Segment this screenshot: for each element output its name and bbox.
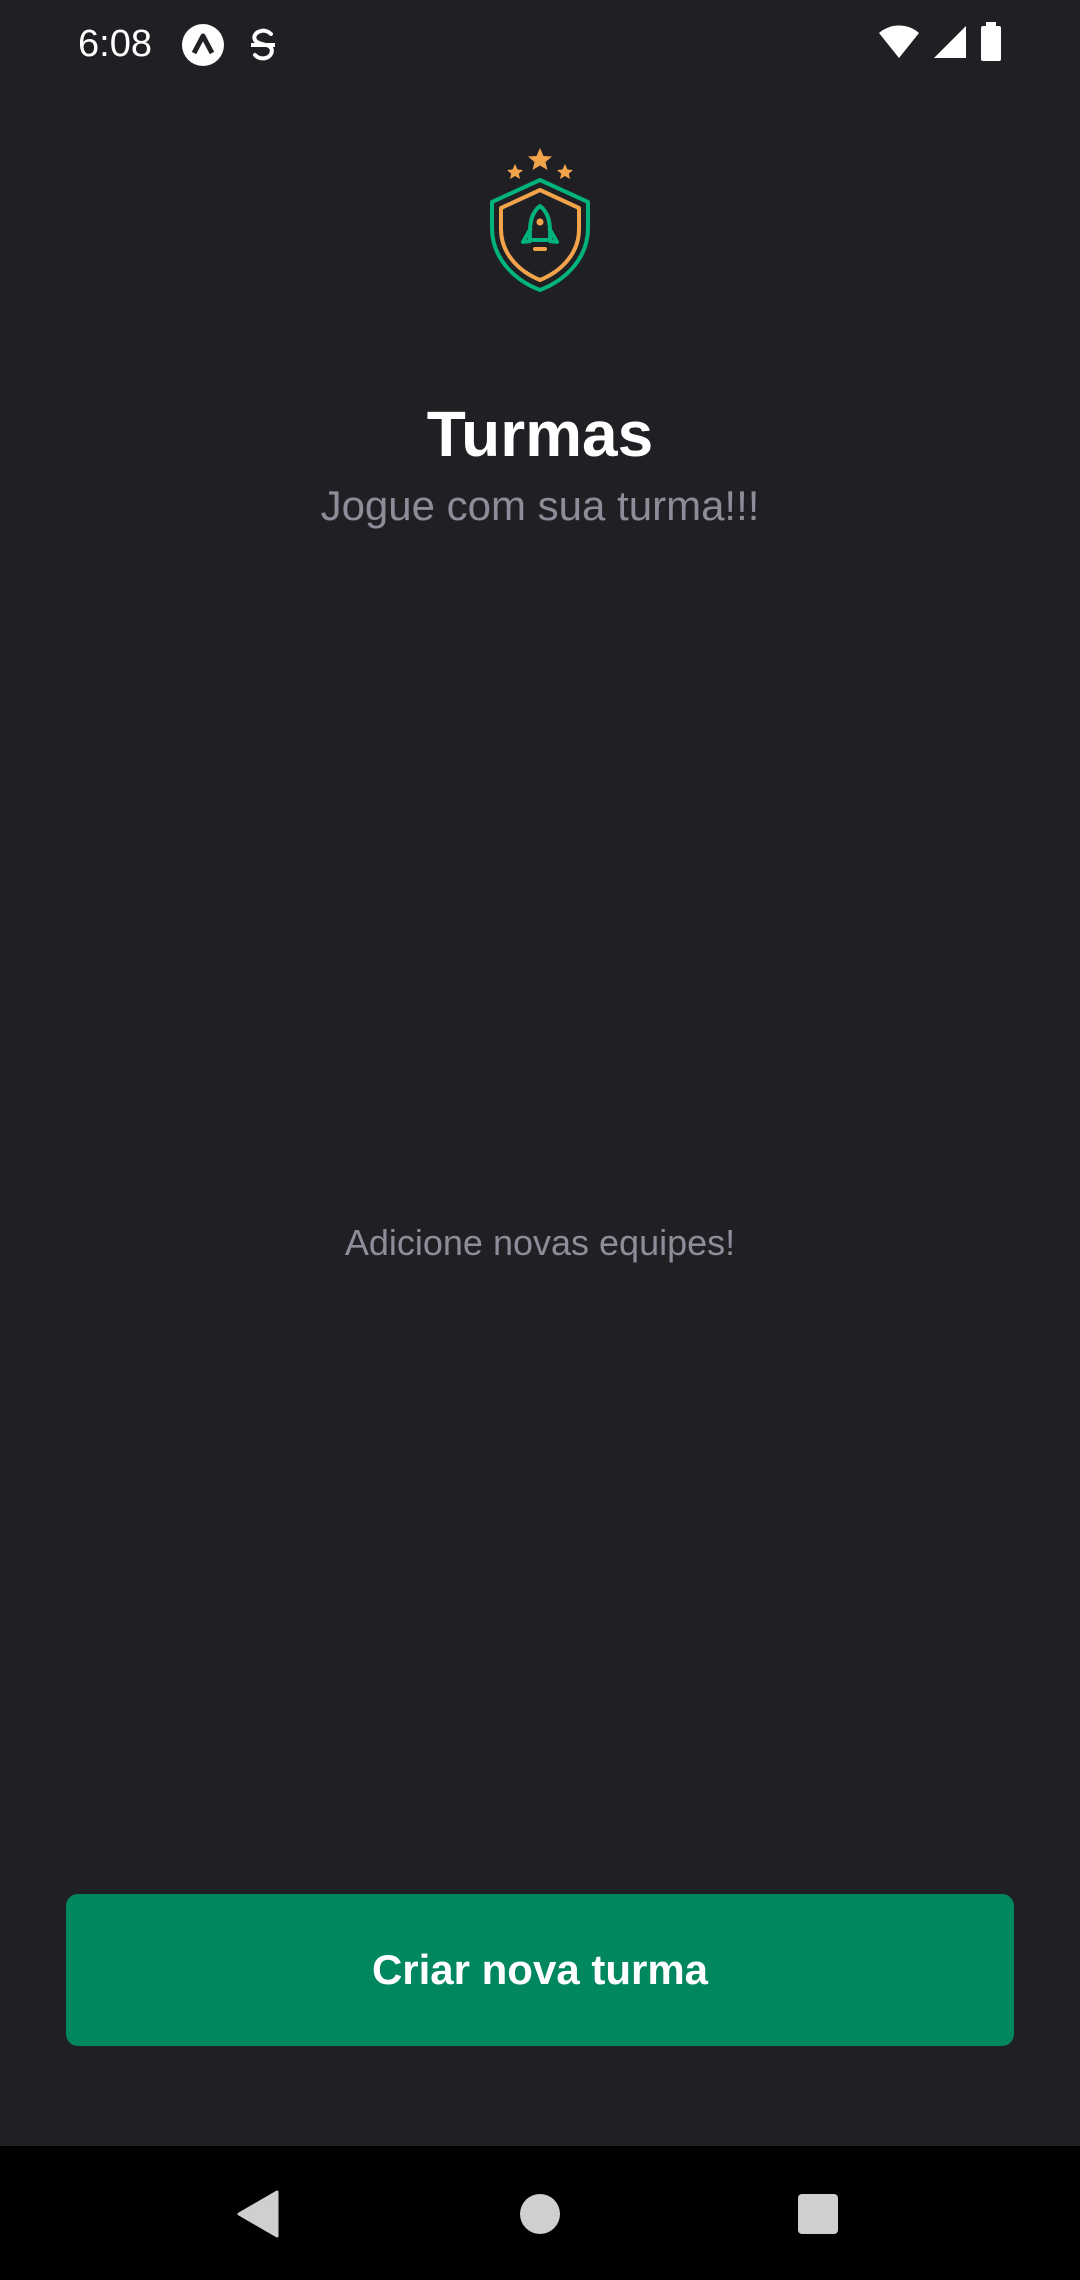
wifi-icon xyxy=(878,24,920,65)
page-title: Turmas xyxy=(426,398,654,470)
battery-icon xyxy=(980,22,1002,67)
status-indicators xyxy=(878,22,1002,67)
recents-icon[interactable] xyxy=(788,2184,848,2244)
app-screen: 6:08 Turmas Jogue com sua turma!!! Adici… xyxy=(0,0,1080,2280)
status-time: 6:08 xyxy=(78,23,152,65)
back-icon[interactable] xyxy=(228,2184,288,2244)
create-team-button[interactable]: Criar nova turma xyxy=(66,1894,1014,2046)
cellular-signal-icon xyxy=(932,24,968,65)
page-subtitle: Jogue com sua turma!!! xyxy=(320,482,760,529)
empty-list-message: Adicione novas equipes! xyxy=(344,1222,736,1263)
sync-icon xyxy=(240,22,286,68)
home-icon[interactable] xyxy=(510,2184,570,2244)
navigation-bar xyxy=(0,2146,1080,2280)
shield-rocket-logo-icon xyxy=(480,148,600,296)
status-bar: 6:08 xyxy=(0,0,1080,92)
expo-go-icon xyxy=(180,22,226,68)
